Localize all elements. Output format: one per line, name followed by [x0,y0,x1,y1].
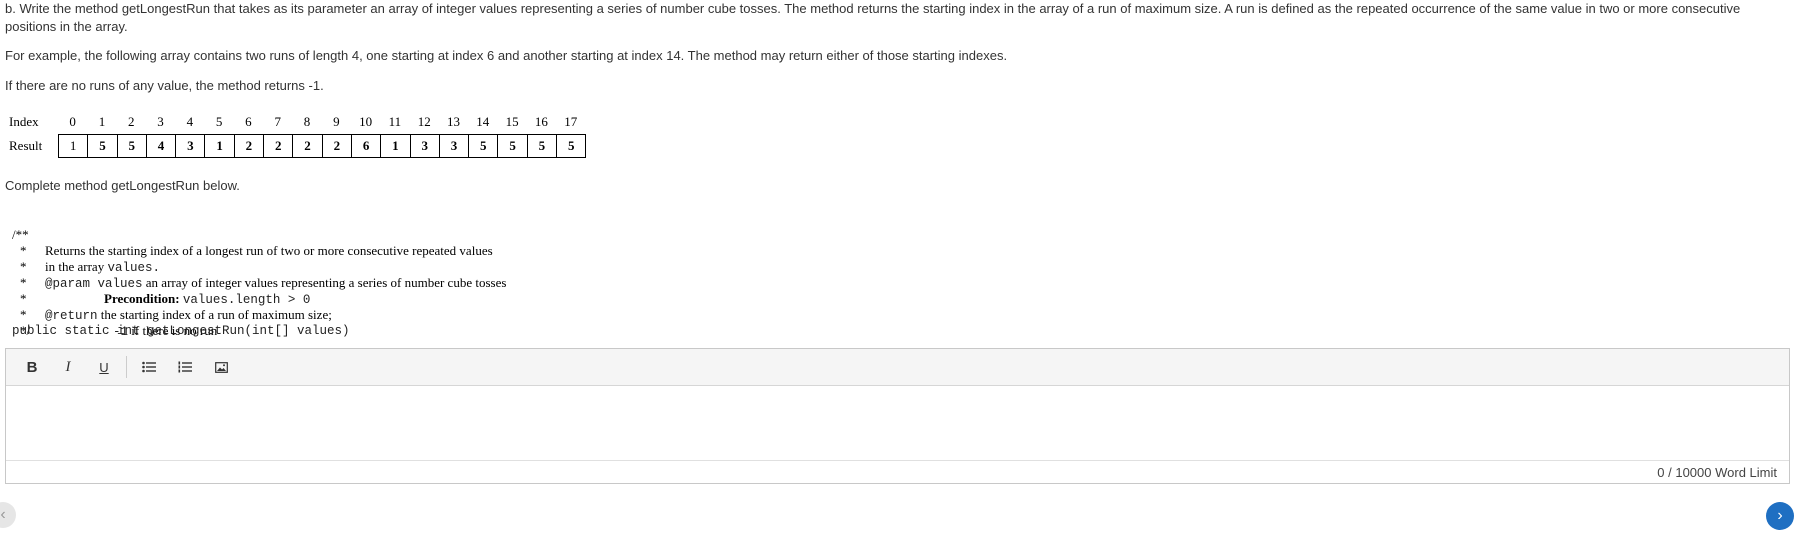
index-cell: 16 [534,114,548,129]
chevron-right-icon: › [1777,507,1783,524]
index-cell: 4 [186,114,194,129]
index-cell: 5 [215,114,223,129]
result-cell: 6 [350,135,380,157]
result-cell: 4 [145,135,175,157]
method-signature: public static int getLongestRun(int[] va… [12,324,350,338]
image-icon [214,361,228,373]
index-cell: 14 [476,114,490,129]
chevron-left-icon: ‹ [0,506,6,523]
answer-textarea[interactable] [6,386,1789,460]
insert-image-button[interactable] [203,353,239,381]
index-cell: 3 [157,114,164,129]
italic-button[interactable]: I [50,353,86,381]
index-cell: 7 [274,114,281,129]
result-cell: 5 [556,135,585,157]
numbered-list-icon [178,361,192,373]
index-cell: 2 [127,114,135,129]
index-cell: 8 [303,114,311,129]
numbered-list-button[interactable] [167,353,203,381]
previous-button[interactable]: ‹ [0,502,16,528]
result-cell: 1 [69,138,77,153]
answer-editor: B I U 0 / 10000 Word Limit [5,348,1790,484]
result-cell: 2 [263,135,292,157]
result-cell: 2 [321,135,351,157]
index-cell: 15 [505,114,519,129]
index-cell: 6 [245,114,252,129]
index-cell: 1 [98,114,106,129]
index-cell: 12 [417,114,431,129]
result-row: Result 155431222261335555 [6,134,587,158]
underline-button[interactable]: U [86,353,122,381]
code-line: * @return the starting index of a run of… [12,275,350,323]
result-cells: 155431222261335555 [58,134,587,158]
bullet-list-icon [142,361,156,373]
method-code: /** Returns the starting index of a long… [12,211,506,339]
complete-instruction: Complete method getLongestRun below. [5,178,240,193]
question-intro: b. Write the method getLongestRun that t… [5,1,1741,34]
result-cell: 5 [116,135,146,157]
index-row: Index 0 1 2 3 4 5 6 7 8 9 10 11 12 13 14 15 16 17 [6,110,586,134]
result-cell: 3 [438,135,468,157]
index-cell: 0 [69,114,76,129]
bullet-list-button[interactable] [131,353,167,381]
code-line: * @param values an array of integer valu… [12,243,506,291]
question-example: For example, the following array contain… [5,48,1008,63]
result-cell: 1 [380,135,409,157]
code-line: /** Returns the starting index of a long… [12,211,493,258]
result-cell: 2 [233,135,263,157]
result-cell: 3 [409,135,439,157]
code-line: */ [12,307,350,338]
code-line: * -1 if there is no run [12,291,350,339]
question-no-runs: If there are no runs of any value, the m… [5,78,324,93]
index-cell: 13 [447,114,460,129]
run-table: Index 0 1 2 3 4 5 6 7 8 9 10 11 12 13 14 15 16 17 Result … [6,110,587,158]
result-cell: 5 [526,135,556,157]
index-cell: 11 [388,114,402,129]
result-cell: 2 [292,135,321,157]
result-cell: 5 [468,135,497,157]
toolbar-divider [126,356,127,378]
bold-button[interactable]: B [14,353,50,381]
result-cell: 5 [497,135,526,157]
index-cell: 17 [564,114,578,129]
code-line: * Precondition: values.length > 0 [12,259,350,307]
result-cell: 1 [204,135,233,157]
next-button[interactable]: › [1766,502,1794,530]
result-label: Result [9,138,43,153]
result-cell: 3 [175,135,204,157]
code-line: * in the array values. [12,227,350,275]
result-cell: 5 [87,135,116,157]
index-cell: 9 [333,114,340,129]
index-cell: 10 [359,114,373,129]
editor-toolbar: B I U [6,349,1789,386]
word-count: 0 / 10000 Word Limit [6,460,1789,483]
index-label: Index [9,114,39,129]
